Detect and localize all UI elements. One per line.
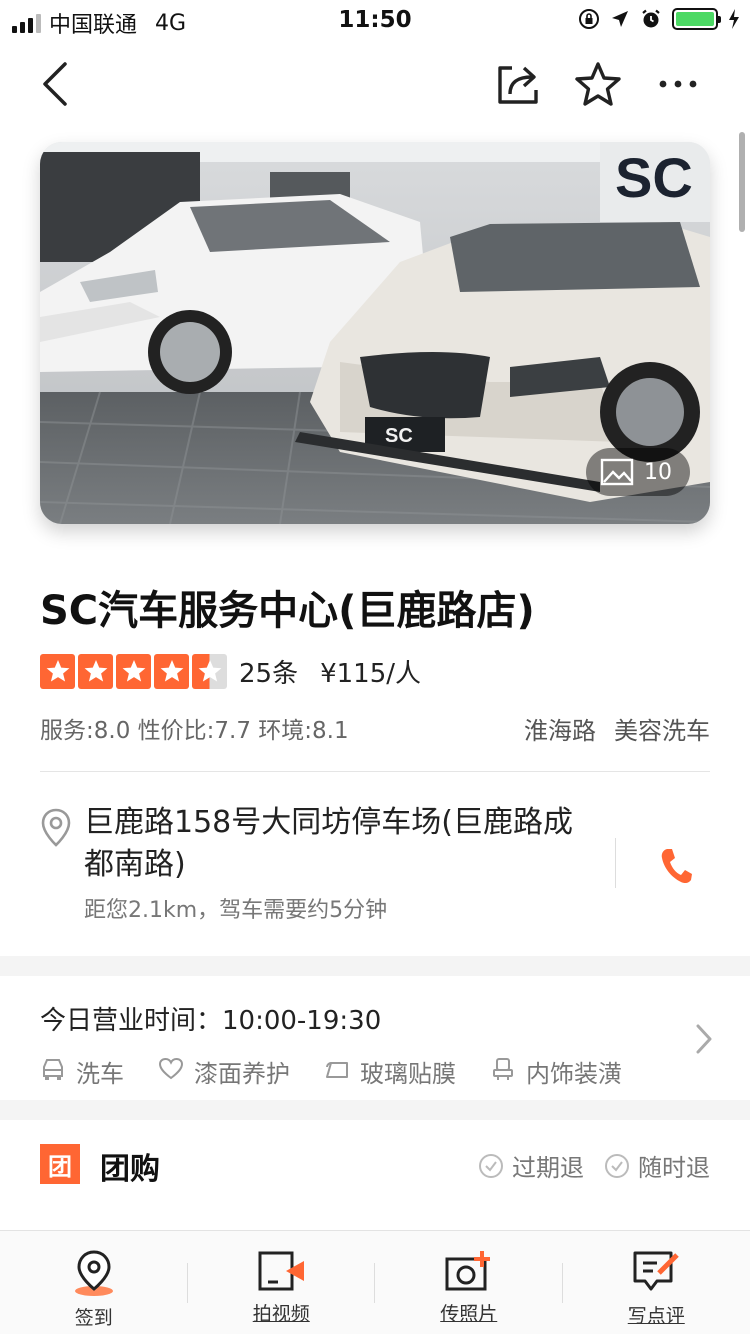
share-icon xyxy=(498,66,538,104)
shop-category[interactable]: 美容洗车 xyxy=(614,711,710,746)
write-review-icon xyxy=(633,1251,680,1291)
bottom-action-bar: 签到 拍视频 传照片 写点评 xyxy=(0,1230,750,1334)
group-buy-tags: 过期退 随时退 xyxy=(478,1148,710,1183)
rating-row: 25条 ¥115/人 xyxy=(40,652,421,690)
phone-icon xyxy=(661,849,692,884)
car-icon xyxy=(40,1057,66,1087)
star-icon xyxy=(116,653,151,689)
divider xyxy=(40,771,710,772)
battery-icon xyxy=(672,8,721,30)
upload-photo-button[interactable]: 传照片 xyxy=(375,1231,563,1334)
vertical-divider xyxy=(615,838,616,888)
checkin-pin-icon xyxy=(74,1250,113,1296)
distance-text: 距您2.1km，驾车需要约5分钟 xyxy=(84,898,388,923)
chevron-left-icon xyxy=(43,62,67,106)
star-rating xyxy=(40,653,227,689)
star-icon xyxy=(154,653,189,689)
sub-scores: 服务:8.0 性价比:7.7 环境:8.1 xyxy=(40,718,349,744)
scores-row: 服务:8.0 性价比:7.7 环境:8.1 淮海路 美容洗车 xyxy=(40,710,710,746)
service-item: 洗车 xyxy=(40,1054,124,1089)
location-pin-icon xyxy=(41,808,71,847)
tag-refund-anytime: 随时退 xyxy=(604,1148,710,1183)
address-text[interactable]: 巨鹿路158号大同坊停车场(巨鹿路成都南路) xyxy=(84,802,584,886)
back-button[interactable] xyxy=(26,56,82,112)
camera-plus-icon xyxy=(445,1251,490,1291)
service-item: 内饰装潢 xyxy=(490,1054,622,1089)
group-buy-badge: 团 xyxy=(40,1144,80,1184)
star-icon xyxy=(78,653,113,689)
shop-photo[interactable]: SC SC 10 xyxy=(40,142,710,524)
film-icon xyxy=(324,1057,350,1087)
price-per-person: ¥115/人 xyxy=(320,658,422,689)
section-gap xyxy=(0,1100,750,1120)
orientation-lock-icon xyxy=(579,9,599,29)
charging-icon xyxy=(729,9,739,29)
scrollbar[interactable] xyxy=(739,132,745,232)
section-gap xyxy=(0,956,750,976)
review-count[interactable]: 25条 xyxy=(239,653,298,690)
shop-name: SC汽车服务中心(巨鹿路店) xyxy=(40,588,535,634)
upload-photo-label: 传照片 xyxy=(440,1303,498,1325)
svg-text:SC: SC xyxy=(615,146,693,209)
write-review-label: 写点评 xyxy=(627,1305,685,1327)
heart-icon xyxy=(158,1057,184,1087)
checkin-button[interactable]: 签到 xyxy=(0,1231,188,1334)
business-hours: 今日营业时间：10:00-19:30 xyxy=(40,1006,382,1036)
check-circle-icon xyxy=(479,1153,503,1178)
checkin-label: 签到 xyxy=(74,1307,113,1329)
favorite-button[interactable] xyxy=(570,56,626,112)
seat-icon xyxy=(490,1057,516,1087)
star-icon xyxy=(192,653,227,689)
location-arrow-icon xyxy=(612,11,628,27)
nav-bar xyxy=(0,40,750,130)
share-button[interactable] xyxy=(490,56,546,112)
photo-count-badge[interactable]: 10 xyxy=(586,448,690,496)
chevron-right-icon[interactable] xyxy=(690,1022,718,1056)
service-item: 漆面养护 xyxy=(158,1054,290,1089)
service-label: 漆面养护 xyxy=(194,1060,290,1088)
status-bar: 中国联通 4G 11:50 xyxy=(0,0,750,40)
call-button[interactable] xyxy=(648,838,704,894)
svg-text:SC: SC xyxy=(385,425,413,447)
more-button[interactable] xyxy=(650,56,706,112)
write-review-button[interactable]: 写点评 xyxy=(563,1231,750,1334)
record-video-button[interactable]: 拍视频 xyxy=(188,1231,376,1334)
gallery-icon xyxy=(600,458,634,486)
more-dots-icon xyxy=(659,80,697,88)
service-label: 洗车 xyxy=(76,1060,124,1088)
photo-count: 10 xyxy=(644,459,672,485)
service-label: 玻璃贴膜 xyxy=(360,1060,456,1088)
star-icon xyxy=(40,653,75,689)
record-video-label: 拍视频 xyxy=(252,1303,310,1325)
service-item: 玻璃贴膜 xyxy=(324,1054,456,1089)
tag-refund-expired: 过期退 xyxy=(478,1148,584,1183)
service-list: 洗车 漆面养护 玻璃贴膜 内饰装潢 xyxy=(40,1054,622,1089)
check-circle-icon xyxy=(605,1153,629,1178)
shop-area[interactable]: 淮海路 xyxy=(524,711,596,746)
video-camera-icon xyxy=(258,1251,305,1291)
alarm-icon xyxy=(642,9,660,28)
group-buy-title: 团购 xyxy=(100,1152,160,1187)
star-outline-icon xyxy=(575,62,621,106)
service-label: 内饰装潢 xyxy=(526,1060,622,1088)
